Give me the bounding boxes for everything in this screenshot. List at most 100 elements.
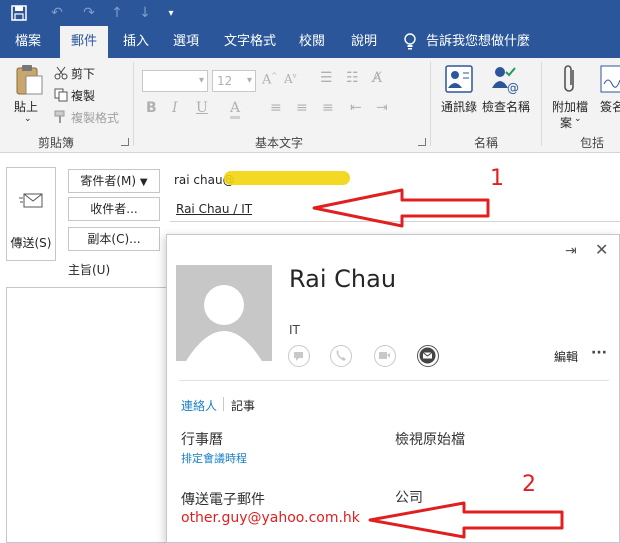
phone-icon[interactable] [330,345,352,367]
tab-contact[interactable]: 連絡人 [181,397,217,414]
paste-button[interactable]: 貼上 [14,98,38,115]
contact-department: IT [289,323,300,337]
annotation-arrow-1 [312,188,490,228]
send-icon [19,193,43,208]
annotation-arrow-2 [368,501,564,539]
svg-text:@: @ [507,81,519,94]
from-button[interactable]: 寄件者(M) ▼ [68,169,160,193]
pin-icon[interactable]: ⇥ [565,243,577,259]
address-book-icon[interactable] [444,64,474,94]
down-icon[interactable]: ↓ [134,3,156,23]
paperclip-icon[interactable] [560,64,580,96]
ribbon: 貼上 ⌄ 剪下 複製 複製格式 剪貼簿 ▾ 12 ▾ A^ Av ☰ ☷ A̸ … [0,58,620,153]
email-link[interactable]: other.guy@yahoo.com.hk [181,510,360,526]
redo-icon[interactable]: ↷ [78,3,100,23]
edit-link[interactable]: 編輯 [554,348,578,365]
bullet-list-icon[interactable]: ☰ [320,70,333,86]
tab-message[interactable]: 郵件 [60,26,108,58]
underline-button[interactable]: U [196,100,208,116]
subject-label: 主旨(U) [68,263,111,277]
tab-review[interactable]: 校閱 [290,26,334,58]
bold-button[interactable]: B [146,100,157,116]
send-label: 傳送(S) [10,236,52,250]
tab-options[interactable]: 選項 [164,26,208,58]
paste-dropdown-icon[interactable]: ⌄ [24,114,32,124]
italic-button[interactable]: I [172,100,178,116]
increase-indent-icon[interactable]: ⇥ [376,100,388,116]
calendar-label: 行事曆 [181,432,223,448]
attach-dropdown-icon[interactable]: ⌄ [574,114,582,124]
font-size-combo[interactable]: 12 ▾ [212,70,256,92]
group-divider [541,62,542,146]
font-color-button[interactable]: A [230,100,241,119]
divider [179,380,609,381]
customize-icon[interactable]: ▾ [160,3,182,23]
close-icon[interactable]: ✕ [595,240,608,259]
undo-icon[interactable]: ↶ [46,3,68,23]
tell-me-box[interactable]: 告訴我您想做什麼 [426,26,536,58]
clipboard-launcher-icon[interactable] [121,138,129,146]
cut-button[interactable]: 剪下 [71,65,95,82]
basic-text-group-label: 基本文字 [254,136,303,150]
clipboard-icon[interactable] [14,64,44,96]
up-icon[interactable]: ↑ [106,3,128,23]
align-center-icon[interactable]: ≡ [296,100,308,116]
contact-card: ⇥ ✕ Rai Chau IT 編輯 ··· 連絡人 記事 行事曆 排定會議時程… [166,234,620,543]
copy-button[interactable]: 複製 [71,87,95,104]
check-names-button[interactable]: 檢查名稱 [482,98,530,115]
send-button[interactable]: 傳送(S) [6,167,56,261]
video-icon[interactable] [374,345,396,367]
to-recipient[interactable]: Rai Chau / IT [176,202,252,216]
align-right-icon[interactable]: ≡ [322,100,334,116]
tab-format-text[interactable]: 文字格式 [218,26,282,58]
ribbon-tabs: 檔案 郵件 插入 選項 文字格式 校閱 說明 告訴我您想做什麼 [0,26,620,58]
redaction-mark [224,171,350,185]
format-painter-button[interactable]: 複製格式 [71,109,119,126]
chevron-down-icon: ▼ [139,177,148,188]
tab-help[interactable]: 說明 [342,26,386,58]
chevron-down-icon: ▾ [198,75,204,86]
group-divider [430,62,431,146]
save-icon[interactable] [8,3,30,23]
avatar [176,265,272,361]
font-size-value: 12 [217,74,233,88]
shrink-font-icon[interactable]: Av [284,72,297,86]
clipboard-group-label: 剪貼簿 [37,136,74,150]
check-names-icon[interactable]: @ [490,64,520,95]
align-left-icon[interactable]: ≡ [270,100,282,116]
font-name-combo[interactable]: ▾ [142,70,208,92]
from-button-label: 寄件者(M) [80,174,137,188]
divider [223,397,224,411]
signature-icon[interactable] [600,64,620,94]
annotation-marker-2: 2 [522,472,536,497]
numbered-list-icon[interactable]: ☷ [346,70,359,86]
attach-file-button[interactable]: 附加檔 [552,98,588,115]
clear-format-icon[interactable]: A̸ [372,70,382,86]
basic-text-launcher-icon[interactable] [418,138,426,146]
schedule-meeting-link[interactable]: 排定會議時程 [181,450,247,466]
address-book-button[interactable]: 通訊錄 [441,98,477,115]
signature-button[interactable]: 簽名 [600,98,620,115]
names-group-label: 名稱 [473,136,498,150]
scissors-icon [54,66,68,80]
lightbulb-icon [404,33,416,50]
to-button[interactable]: 收件者... [68,197,160,221]
tab-notes[interactable]: 記事 [231,397,255,414]
decrease-indent-icon[interactable]: ⇤ [350,100,362,116]
quick-access-toolbar: ↶ ↷ ↑ ↓ ▾ [0,0,620,26]
format-painter-icon [54,110,68,124]
tab-file[interactable]: 檔案 [4,26,52,58]
view-source-link[interactable]: 檢視原始檔 [395,429,465,449]
copy-icon [54,88,68,102]
message-body[interactable] [6,287,166,543]
attach-file-button-line2: 案 [560,116,573,130]
chevron-down-icon: ▾ [246,75,252,86]
cc-button[interactable]: 副本(C)... [68,227,160,251]
contact-name: Rai Chau [289,265,397,293]
more-icon[interactable]: ··· [591,345,607,361]
tab-insert[interactable]: 插入 [114,26,158,58]
mail-icon[interactable] [417,345,439,367]
grow-font-icon[interactable]: A^ [262,72,277,87]
im-icon[interactable] [288,345,310,367]
send-email-label: 傳送電子郵件 [181,492,265,508]
